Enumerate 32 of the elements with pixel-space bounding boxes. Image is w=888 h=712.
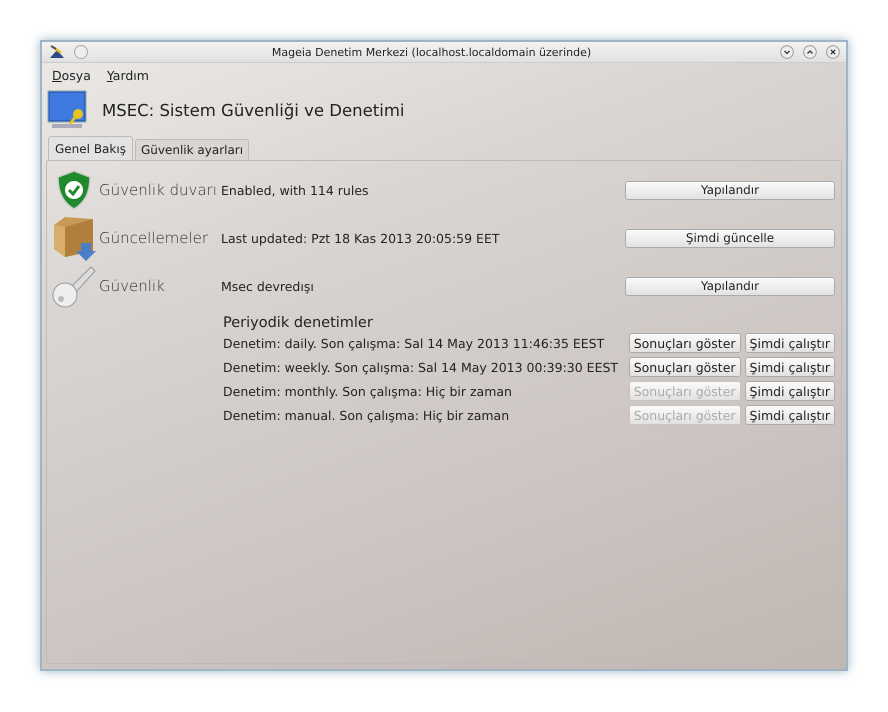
audit-status: Denetim: daily. Son çalışma: Sal 14 May 2013 11:46:35 EEST <box>223 336 606 350</box>
menu-item[interactable]: Yardım <box>106 68 149 83</box>
section-name: Güvenlik <box>99 277 166 295</box>
audit-status: Denetim: monthly. Son çalışma: Hiç bir zaman <box>223 384 513 398</box>
audit-status: Denetim: manual. Son çalışma: Hiç bir zaman <box>223 408 510 422</box>
menu-item[interactable]: Dosya <box>52 68 91 83</box>
maximize-button[interactable] <box>803 45 817 59</box>
show-results-button[interactable]: Sonuçları göster <box>628 357 741 377</box>
tab[interactable]: Genel Bakış <box>48 136 133 160</box>
section-status: Msec devredışı <box>221 278 315 294</box>
run-now-button[interactable]: Şimdi çalıştır <box>744 333 835 353</box>
section-name: Güncellemeler <box>99 229 210 247</box>
show-results-button[interactable]: Sonuçları göster <box>628 333 741 353</box>
section-name: Güvenlik duvarı <box>99 181 218 199</box>
minimize-button[interactable] <box>780 45 794 59</box>
window-title: Mageia Denetim Merkezi (localhost.localdomain üzerinde) <box>270 46 592 58</box>
action-button[interactable]: Yapılandır <box>625 180 835 200</box>
close-button[interactable] <box>826 45 840 59</box>
run-now-button[interactable]: Şimdi çalıştır <box>744 357 835 377</box>
action-button[interactable]: Şimdi güncelle <box>625 228 835 248</box>
audit-status: Denetim: weekly. Son çalışma: Sal 14 May 2013 00:39:30 EEST <box>223 360 620 374</box>
shield-check-icon <box>56 170 92 210</box>
section-status: Last updated: Pzt 18 Kas 2013 20:05:59 EET <box>221 230 500 246</box>
run-now-button[interactable]: Şimdi çalıştır <box>744 381 835 401</box>
package-download-icon <box>51 215 97 261</box>
tab[interactable]: Güvenlik ayarları <box>134 139 250 160</box>
section-status: Enabled, with 114 rules <box>221 182 370 198</box>
action-button[interactable]: Yapılandır <box>625 276 835 296</box>
section-heading: Periyodik denetimler <box>223 315 374 331</box>
page-title: MSEC: Sistem Güvenliği ve Denetimi <box>102 100 404 120</box>
app-icon[interactable] <box>48 44 66 60</box>
run-now-button[interactable]: Şimdi çalıştır <box>744 405 835 425</box>
